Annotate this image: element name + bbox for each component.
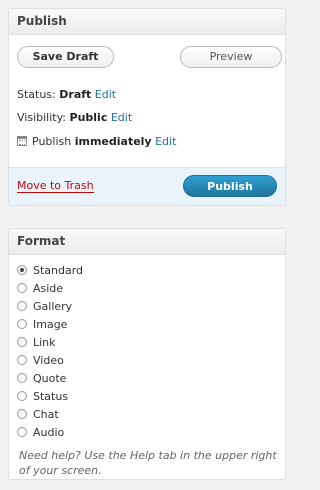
publish-box: Publish Save Draft Preview Status: Draft… xyxy=(8,8,286,206)
radio-icon[interactable] xyxy=(17,409,27,419)
edit-status-link[interactable]: Edit xyxy=(95,88,116,101)
format-option-status[interactable]: Status xyxy=(17,388,83,406)
format-option-video[interactable]: Video xyxy=(17,352,83,370)
status-row: Status: Draft Edit xyxy=(17,88,116,101)
format-box: Format Standard Aside Gallery Image Link… xyxy=(8,228,286,480)
edit-visibility-link[interactable]: Edit xyxy=(111,111,132,124)
format-option-gallery[interactable]: Gallery xyxy=(17,298,83,316)
format-option-label: Video xyxy=(33,354,64,367)
format-option-audio[interactable]: Audio xyxy=(17,424,83,442)
format-option-label: Chat xyxy=(33,408,59,421)
radio-icon[interactable] xyxy=(17,373,27,383)
radio-icon[interactable] xyxy=(17,391,27,401)
format-option-label: Gallery xyxy=(33,300,73,313)
move-to-trash-link[interactable]: Move to Trash xyxy=(17,180,94,193)
radio-icon[interactable] xyxy=(17,283,27,293)
publish-date-row: Publish immediately Edit xyxy=(17,135,176,148)
format-option-aside[interactable]: Aside xyxy=(17,280,83,298)
format-box-title: Format xyxy=(9,229,285,255)
format-option-standard[interactable]: Standard xyxy=(17,262,83,280)
publish-box-title: Publish xyxy=(9,9,285,35)
help-text: Need help? Use the Help tab in the upper… xyxy=(19,449,277,477)
format-option-chat[interactable]: Chat xyxy=(17,406,83,424)
status-value: Draft xyxy=(59,88,92,101)
format-option-label: Audio xyxy=(33,426,65,439)
format-option-image[interactable]: Image xyxy=(17,316,83,334)
radio-icon[interactable] xyxy=(17,301,27,311)
visibility-value: Public xyxy=(69,111,108,124)
edit-publish-date-link[interactable]: Edit xyxy=(155,135,176,148)
format-option-label: Standard xyxy=(33,264,84,277)
publish-actions: Move to Trash Publish xyxy=(9,167,285,205)
publish-button[interactable]: Publish xyxy=(183,175,277,197)
status-label: Status: xyxy=(17,88,56,101)
publish-date-value: immediately xyxy=(74,135,152,148)
format-options: Standard Aside Gallery Image Link Video … xyxy=(17,262,83,442)
publish-date-label: Publish xyxy=(32,135,72,148)
visibility-label: Visibility: xyxy=(17,111,67,124)
radio-icon[interactable] xyxy=(17,427,27,437)
format-option-label: Link xyxy=(33,336,56,349)
format-option-quote[interactable]: Quote xyxy=(17,370,83,388)
radio-checked-icon[interactable] xyxy=(17,265,27,275)
preview-button[interactable]: Preview xyxy=(180,46,282,68)
format-option-label: Aside xyxy=(33,282,64,295)
format-option-label: Image xyxy=(33,318,68,331)
radio-icon[interactable] xyxy=(17,319,27,329)
radio-icon[interactable] xyxy=(17,337,27,347)
calendar-icon xyxy=(17,136,27,146)
visibility-row: Visibility: Public Edit xyxy=(17,111,132,124)
radio-icon[interactable] xyxy=(17,355,27,365)
save-draft-button[interactable]: Save Draft xyxy=(17,46,114,68)
format-option-label: Status xyxy=(33,390,69,403)
format-option-label: Quote xyxy=(33,372,67,385)
format-option-link[interactable]: Link xyxy=(17,334,83,352)
